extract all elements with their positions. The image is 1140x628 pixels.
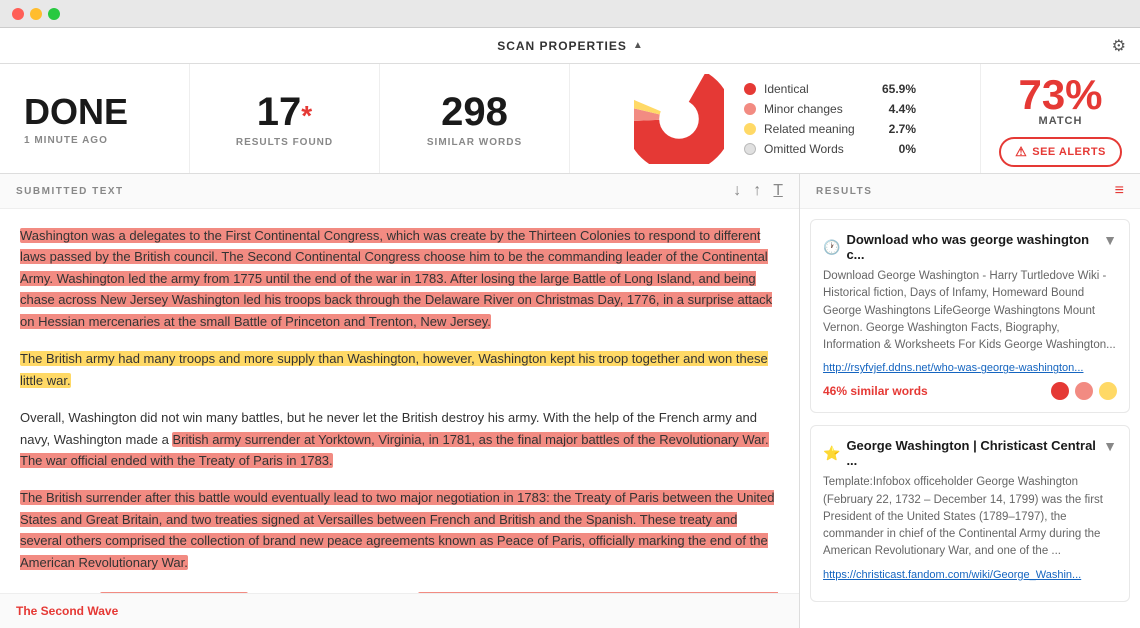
similar-words-block: 298 SIMILAR WORDS <box>380 64 570 173</box>
alert-icon: ⚠ <box>1015 144 1027 160</box>
result-footer-1: 46% similar words <box>823 382 1117 400</box>
dot-salmon-1 <box>1075 382 1093 400</box>
minor-changes-pct: 4.4% <box>889 102 916 116</box>
stats-bar: DONE 1 MINUTE AGO 17* RESULTS FOUND 298 … <box>0 64 1140 174</box>
highlight-british: The British army had many troops and mor… <box>20 351 768 387</box>
minor-changes-dot <box>744 103 756 115</box>
results-number: 17* <box>257 90 312 135</box>
result-link-2[interactable]: https://christicast.fandom.com/wiki/Geor… <box>823 569 1117 581</box>
match-label: MATCH <box>1039 115 1083 127</box>
result-title-2: George Washington | Christicast Central … <box>846 438 1103 468</box>
identical-label: Identical <box>764 82 874 96</box>
results-title: RESULTS <box>816 186 872 197</box>
match-block: 73% MATCH ⚠ SEE ALERTS <box>980 64 1140 173</box>
dot-red-1 <box>1051 382 1069 400</box>
match-percentage: 73% <box>1018 71 1102 119</box>
maximize-button[interactable] <box>48 8 60 20</box>
text-footer: The Second Wave <box>0 593 799 628</box>
minor-changes-label: Minor changes <box>764 102 881 116</box>
highlight-washington: Washington was a delegates to the First … <box>20 228 772 329</box>
filter-icon[interactable]: ≡ <box>1115 182 1124 200</box>
traffic-lights <box>12 8 60 20</box>
omitted-words-label: Omitted Words <box>764 142 891 156</box>
results-list: 🕐 Download who was george washington c..… <box>800 209 1140 628</box>
legend-item-identical: Identical 65.9% <box>744 82 916 96</box>
footer-text: The Second Wave <box>16 604 118 618</box>
paragraph-1: Washington was a delegates to the First … <box>20 225 779 332</box>
result-card-2-header: ⭐ George Washington | Christicast Centra… <box>823 438 1117 468</box>
result-dropdown-1[interactable]: ▼ <box>1103 232 1117 248</box>
text-format-icon[interactable]: T̲ <box>773 182 783 200</box>
see-alerts-button[interactable]: ⚠ SEE ALERTS <box>999 137 1122 167</box>
highlight-british-surrender: British army surrender at Yorktown, Virg… <box>20 432 769 468</box>
scan-properties-bar: SCAN PROPERTIES ▲ ⚙ <box>0 28 1140 64</box>
result-card-2: ⭐ George Washington | Christicast Centra… <box>810 425 1130 601</box>
similar-words-label: SIMILAR WORDS <box>427 137 522 148</box>
star-icon: ⭐ <box>823 445 840 462</box>
gear-button[interactable]: ⚙ <box>1112 36 1126 56</box>
related-meaning-label: Related meaning <box>764 122 881 136</box>
highlight-treaty: The British surrender after this battle … <box>20 490 774 569</box>
left-panel-header: SUBMITTED TEXT ↓ ↑ T̲ <box>0 174 799 209</box>
result-dots-1 <box>1051 382 1117 400</box>
result-title-row-2: ⭐ George Washington | Christicast Centra… <box>823 438 1103 468</box>
paragraph-2: The British army had many troops and mor… <box>20 348 779 391</box>
left-panel: SUBMITTED TEXT ↓ ↑ T̲ Washington was a d… <box>0 174 800 628</box>
result-card-1: 🕐 Download who was george washington c..… <box>810 219 1130 413</box>
result-title-1: Download who was george washington c... <box>846 232 1103 262</box>
legend-item-related: Related meaning 2.7% <box>744 122 916 136</box>
result-desc-1: Download George Washington - Harry Turtl… <box>823 268 1117 354</box>
similar-pct-1: 46% similar words <box>823 384 928 398</box>
close-button[interactable] <box>12 8 24 20</box>
related-meaning-dot <box>744 123 756 135</box>
result-card-1-header: 🕐 Download who was george washington c..… <box>823 232 1117 262</box>
paragraph-4: The British surrender after this battle … <box>20 487 779 573</box>
chart-area: Identical 65.9% Minor changes 4.4% Relat… <box>570 64 980 173</box>
related-meaning-pct: 2.7% <box>889 122 916 136</box>
results-label: RESULTS FOUND <box>236 137 333 148</box>
omitted-words-dot <box>744 143 756 155</box>
pie-chart <box>634 74 724 164</box>
clock-icon: 🕐 <box>823 239 840 256</box>
result-dropdown-2[interactable]: ▼ <box>1103 438 1117 454</box>
similar-words-number: 298 <box>441 90 508 135</box>
sort-up-icon[interactable]: ↑ <box>753 182 761 200</box>
status-block: DONE 1 MINUTE AGO <box>0 64 190 173</box>
sort-down-icon[interactable]: ↓ <box>733 182 741 200</box>
result-title-row-1: 🕐 Download who was george washington c..… <box>823 232 1103 262</box>
main-content: SUBMITTED TEXT ↓ ↑ T̲ Washington was a d… <box>0 174 1140 628</box>
scan-chevron-icon: ▲ <box>633 40 643 51</box>
scan-title: SCAN PROPERTIES <box>497 39 627 53</box>
omitted-words-pct: 0% <box>899 142 916 156</box>
time-ago-label: 1 MINUTE AGO <box>24 135 108 146</box>
legend-item-omitted: Omitted Words 0% <box>744 142 916 156</box>
header-icons: ↓ ↑ T̲ <box>733 182 783 200</box>
result-link-1[interactable]: http://rsyfvjef.ddns.net/who-was-george-… <box>823 362 1117 374</box>
legend-item-minor: Minor changes 4.4% <box>744 102 916 116</box>
result-desc-2: Template:Infobox officeholder George Was… <box>823 474 1117 560</box>
minimize-button[interactable] <box>30 8 42 20</box>
status-label: DONE <box>24 91 128 133</box>
right-panel: RESULTS ≡ 🕐 Download who was george wash… <box>800 174 1140 628</box>
titlebar <box>0 0 1140 28</box>
text-content-area: Washington was a delegates to the First … <box>0 209 799 593</box>
submitted-text-title: SUBMITTED TEXT <box>16 186 124 197</box>
paragraph-3: Overall, Washington did not win many bat… <box>20 407 779 471</box>
results-found-block: 17* RESULTS FOUND <box>190 64 380 173</box>
dot-yellow-1 <box>1099 382 1117 400</box>
identical-dot <box>744 83 756 95</box>
legend-list: Identical 65.9% Minor changes 4.4% Relat… <box>744 82 916 156</box>
right-panel-header: RESULTS ≡ <box>800 174 1140 209</box>
identical-pct: 65.9% <box>882 82 916 96</box>
